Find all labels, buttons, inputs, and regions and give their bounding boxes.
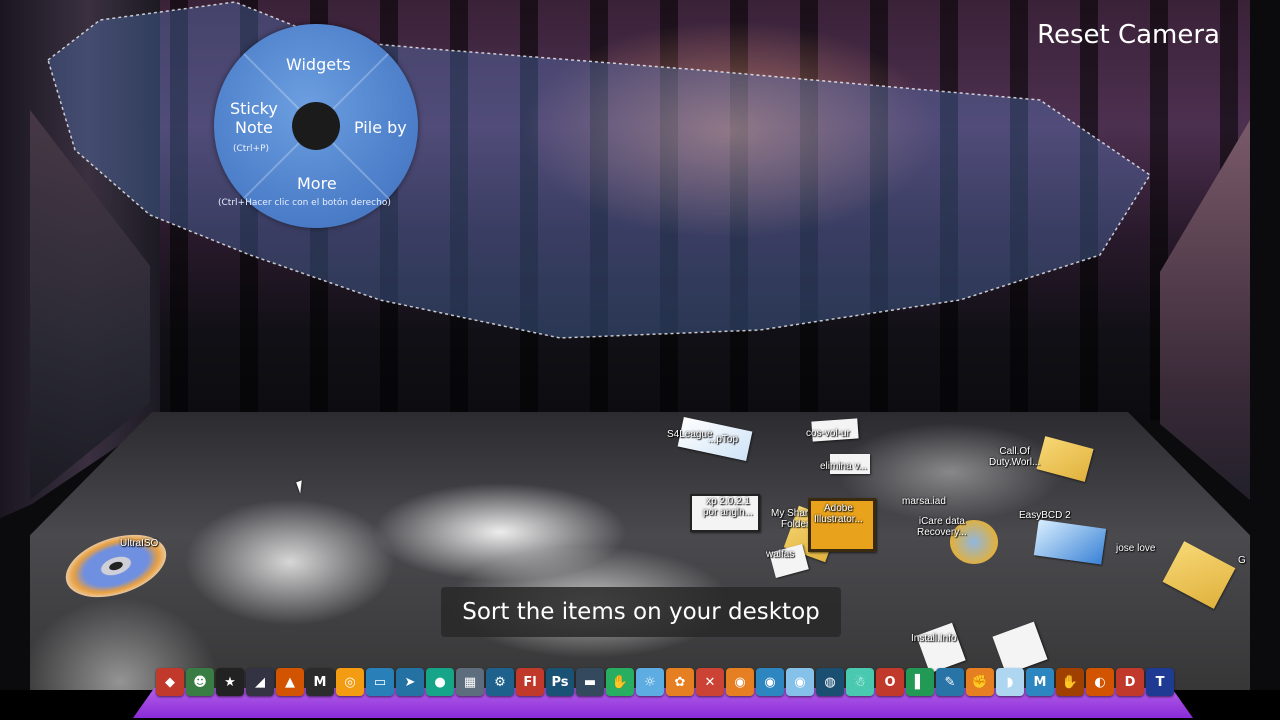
dock-icon-13[interactable]: Fl: [516, 668, 544, 696]
dock-icon-22[interactable]: ◉: [786, 668, 814, 696]
walfas-label[interactable]: walfas: [766, 549, 794, 560]
pie-more[interactable]: More: [297, 174, 337, 193]
dock-icon-6[interactable]: M: [306, 668, 334, 696]
dock-icon-25[interactable]: O: [876, 668, 904, 696]
dock-icon-23[interactable]: ◍: [816, 668, 844, 696]
install-info-label[interactable]: Install.Info: [911, 633, 957, 644]
cos-vol-ur-label[interactable]: cos-vol-ur: [806, 428, 850, 439]
dock-icon-16[interactable]: ✋: [606, 668, 634, 696]
dock-icon-29[interactable]: ◗: [996, 668, 1024, 696]
dock-icon-31[interactable]: ✋: [1056, 668, 1084, 696]
dock-icon-9[interactable]: ➤: [396, 668, 424, 696]
easybcd-label[interactable]: EasyBCD 2: [1019, 510, 1071, 521]
dock-icon-20[interactable]: ◉: [726, 668, 754, 696]
dock-icon-14[interactable]: Ps: [546, 668, 574, 696]
dock-icon-15[interactable]: ▬: [576, 668, 604, 696]
dock-icon-17[interactable]: ☼: [636, 668, 664, 696]
ultraiso-label[interactable]: UltraISO: [120, 538, 158, 549]
tooltip-sort-items: Sort the items on your desktop: [441, 587, 841, 637]
reset-camera-button[interactable]: Reset Camera: [1037, 20, 1220, 50]
dock-icon-11[interactable]: ▦: [456, 668, 484, 696]
pie-center: [292, 102, 340, 150]
wall-glow: [520, 20, 940, 240]
pie-sticky-note-hint: (Ctrl+P): [233, 144, 270, 154]
marsa-iad-label[interactable]: marsa.iad: [902, 496, 946, 507]
dock-icon-28[interactable]: ✊: [966, 668, 994, 696]
dock-icon-26[interactable]: ▌: [906, 668, 934, 696]
xp-label[interactable]: xp 2.0.2.1 por angln...: [703, 496, 753, 518]
dock-icon-27[interactable]: ✎: [936, 668, 964, 696]
call-of-duty-label-2: Duty.Worl...: [989, 457, 1041, 468]
adobe-illustrator-label-2: Illustrator...: [814, 514, 863, 525]
dock-icon-2[interactable]: ☻: [186, 668, 214, 696]
dock-icon-18[interactable]: ✿: [666, 668, 694, 696]
jose-love-label[interactable]: jose love: [1116, 543, 1155, 554]
dock-icon-24[interactable]: ☃: [846, 668, 874, 696]
call-of-duty-label-1: Call.Of: [999, 446, 1030, 457]
icare-label[interactable]: iCare data Recovery...: [917, 516, 967, 538]
dock-icon-1[interactable]: ◆: [156, 668, 184, 696]
dock-icon-10[interactable]: ●: [426, 668, 454, 696]
icare-label-2: Recovery...: [917, 527, 967, 538]
dock-icon-4[interactable]: ◢: [246, 668, 274, 696]
launcher-dock: ◆ ☻ ★ ◢ ▲ M ◎ ▭ ➤ ● ▦ ⚙ Fl Ps ▬ ✋ ☼ ✿ ✕ ◉ ◉ ◉ ◍ ☃ O ▌ ✎ ✊ ◗ M ✋ ◐ D T: [156, 668, 1174, 702]
dock-icon-7[interactable]: ◎: [336, 668, 364, 696]
pie-pile-by[interactable]: Pile by: [354, 118, 407, 137]
dock-icon-8[interactable]: ▭: [366, 668, 394, 696]
dock-icon-21[interactable]: ◉: [756, 668, 784, 696]
pie-menu[interactable]: Widgets Sticky Note (Ctrl+P) Pile by Mor…: [214, 24, 418, 228]
pie-sticky-note-line1: Sticky: [230, 99, 278, 118]
adobe-illustrator-label-1: Adobe: [823, 503, 853, 514]
s4league-label-2: ...pTop: [708, 434, 739, 445]
dock-icon-12[interactable]: ⚙: [486, 668, 514, 696]
pie-sticky-note[interactable]: Sticky Note: [230, 99, 278, 137]
adobe-illustrator-label[interactable]: Adobe Illustrator...: [814, 503, 863, 525]
dock-icon-32[interactable]: ◐: [1086, 668, 1114, 696]
dock-icon-19[interactable]: ✕: [696, 668, 724, 696]
s4league-label[interactable]: S4League: [667, 429, 713, 440]
dock-icon-5[interactable]: ▲: [276, 668, 304, 696]
dock-icon-3[interactable]: ★: [216, 668, 244, 696]
pie-widgets[interactable]: Widgets: [286, 55, 351, 74]
xp-label-2: por angln...: [703, 507, 754, 518]
call-of-duty-label[interactable]: Call.Of Duty.Worl...: [989, 446, 1040, 468]
xp-label-1: xp 2.0.2.1: [706, 496, 750, 507]
pie-sticky-note-line2: Note: [234, 118, 273, 137]
dock-icon-34[interactable]: T: [1146, 668, 1174, 696]
pie-more-hint: (Ctrl+Hacer clic con el botón derecho): [218, 198, 391, 208]
dock-icon-30[interactable]: M: [1026, 668, 1054, 696]
dock-icon-33[interactable]: D: [1116, 668, 1144, 696]
elimina-label[interactable]: elimina v...: [820, 461, 867, 472]
edge-item-label[interactable]: G: [1238, 555, 1246, 566]
3d-desktop-scene: Widgets Sticky Note (Ctrl+P) Pile by Mor…: [0, 0, 1280, 720]
icare-label-1: iCare data: [918, 516, 965, 527]
